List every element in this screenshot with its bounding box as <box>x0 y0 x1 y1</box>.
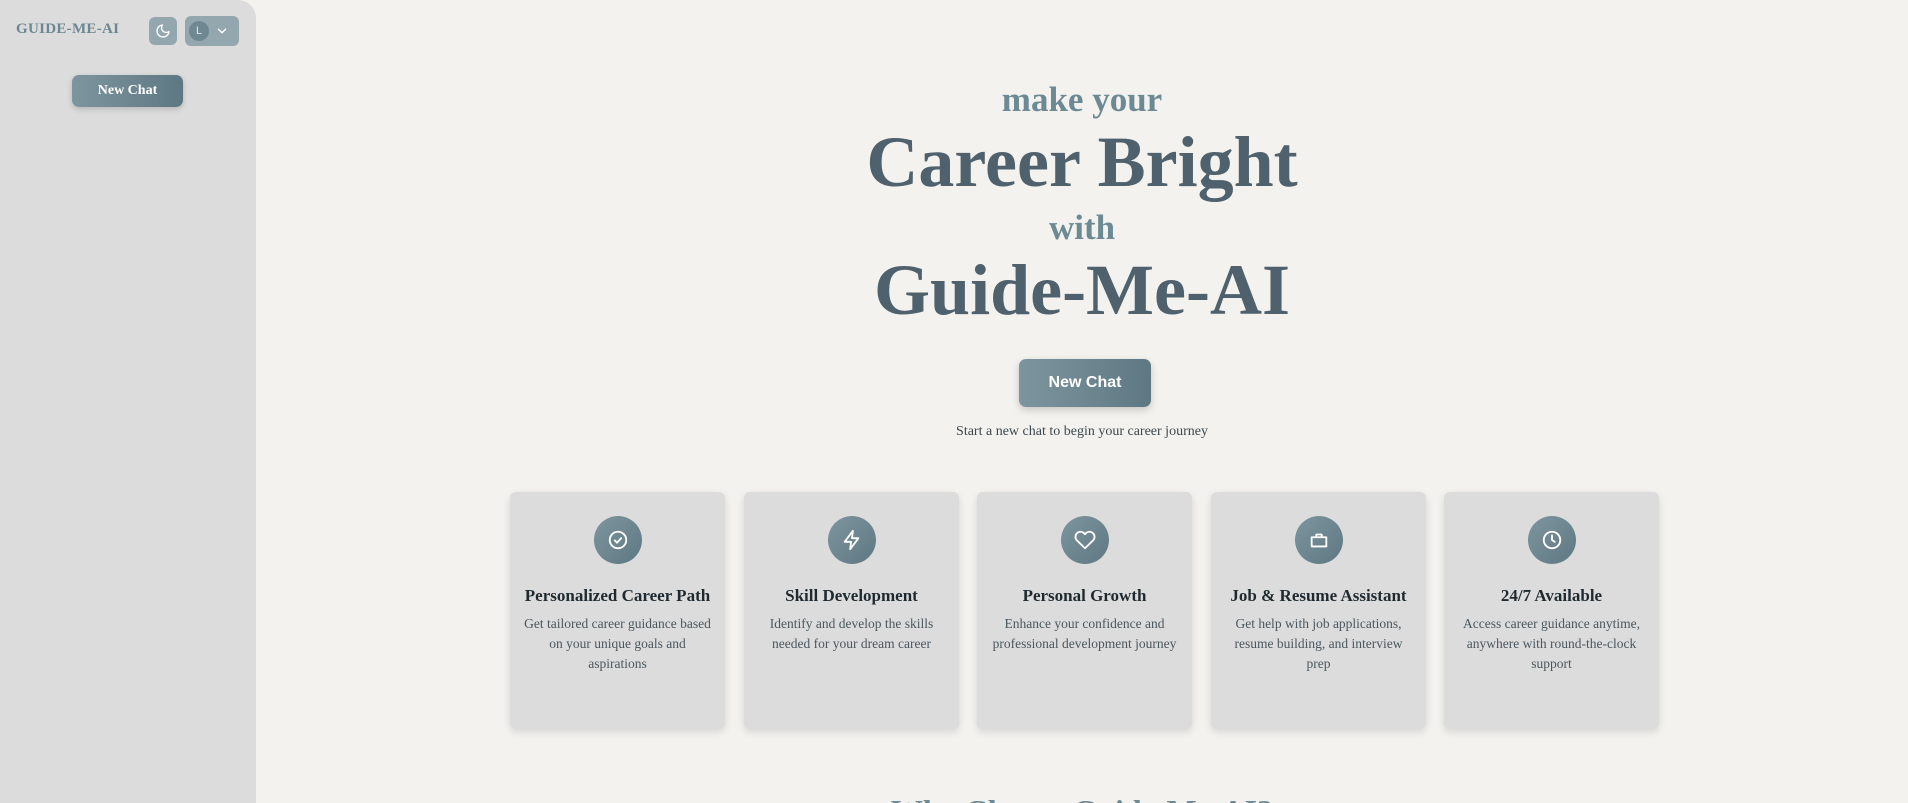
theme-toggle-button[interactable] <box>149 17 177 45</box>
moon-icon <box>156 24 170 38</box>
clock-icon <box>1542 530 1561 550</box>
briefcase-icon <box>1310 533 1327 548</box>
feature-title: Personal Growth <box>1022 586 1147 605</box>
chevron-down-icon <box>217 28 227 34</box>
avatar: L <box>189 21 209 41</box>
hero-line-with: with <box>1048 208 1116 247</box>
user-menu-button[interactable]: L <box>185 16 239 46</box>
heart-icon <box>1074 530 1095 550</box>
feature-title: Personalized Career Path <box>524 586 711 605</box>
feature-card-job-resume: Job & Resume Assistant Get help with job… <box>1211 492 1426 729</box>
hero-line-brand: Guide-Me-AI <box>874 250 1290 330</box>
feature-description: Get tailored career guidance based on yo… <box>524 616 711 671</box>
feature-description: Enhance your confidence and professional… <box>992 616 1177 651</box>
feature-card-career-path: Personalized Career Path Get tailored ca… <box>510 492 725 729</box>
brand-logo[interactable]: GUIDE-ME-AI <box>16 21 119 38</box>
feature-title: Job & Resume Assistant <box>1230 586 1407 605</box>
sidebar: GUIDE-ME-AI L New Chat <box>0 0 256 803</box>
feature-card-personal-growth: Personal Growth Enhance your confidence … <box>977 492 1192 729</box>
new-chat-hint: Start a new chat to begin your career jo… <box>956 424 1208 439</box>
sidebar-new-chat-button[interactable]: New Chat <box>72 75 183 107</box>
check-circle-icon <box>608 530 627 550</box>
feature-card-skill-development: Skill Development Identify and develop t… <box>744 492 959 729</box>
feature-description: Get help with job applications, resume b… <box>1234 616 1403 671</box>
feature-description: Identify and develop the skills needed f… <box>769 616 934 651</box>
feature-card-availability: 24/7 Available Access career guidance an… <box>1444 492 1659 729</box>
hero-line-make-your: make your <box>1001 80 1163 119</box>
lightning-icon <box>843 529 859 551</box>
hero-line-career-bright: Career Bright <box>866 122 1298 202</box>
main-new-chat-button[interactable]: New Chat <box>1019 359 1151 407</box>
feature-title: 24/7 Available <box>1500 586 1603 605</box>
feature-title: Skill Development <box>785 586 918 605</box>
feature-description: Access career guidance anytime, anywhere… <box>1463 616 1640 671</box>
why-choose-heading: Why Choose Guide-Me-AI? <box>256 793 1908 803</box>
